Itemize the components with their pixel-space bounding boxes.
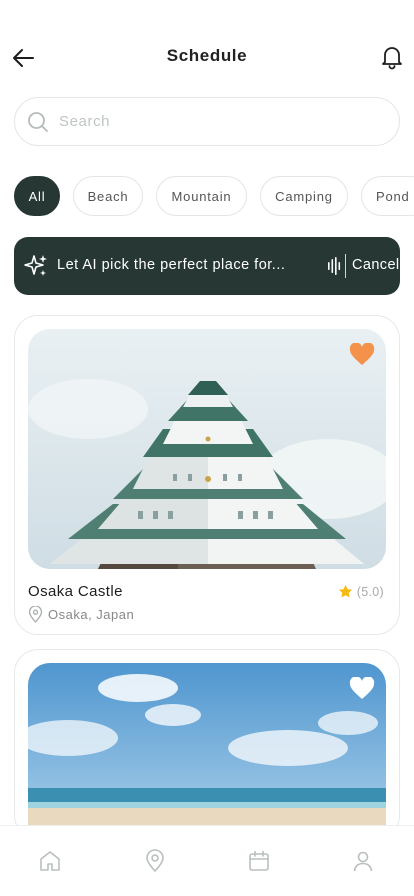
filter-chip-pond[interactable]: Pond <box>361 176 414 216</box>
search-icon <box>28 112 48 132</box>
favorite-heart-icon[interactable] <box>349 677 375 701</box>
home-icon[interactable] <box>38 849 62 873</box>
cancel-button[interactable]: Cancel <box>352 257 400 273</box>
filter-chip-label: All <box>28 188 46 204</box>
search-input[interactable] <box>59 98 379 145</box>
bottom-navigation <box>0 826 414 896</box>
filter-chip-all[interactable]: All <box>14 176 60 216</box>
filter-chip-label: Mountain <box>171 188 232 204</box>
voice-wave-icon[interactable] <box>327 257 341 275</box>
filter-chip-label: Beach <box>87 188 129 204</box>
search-bar <box>14 97 400 146</box>
favorite-heart-icon[interactable] <box>349 343 375 367</box>
filter-chip-camping[interactable]: Camping <box>260 176 348 216</box>
filter-chip-label: Pond <box>376 188 410 204</box>
place-location: Osaka, Japan <box>48 607 135 622</box>
calendar-icon[interactable] <box>247 849 271 873</box>
map-pin-icon <box>28 606 43 623</box>
bell-icon[interactable] <box>379 44 405 70</box>
page-title: Schedule <box>166 46 248 65</box>
filter-chip-mountain[interactable]: Mountain <box>156 176 247 216</box>
rating-value: (5.0) <box>356 584 384 599</box>
filter-chip-label: Camping <box>275 188 333 204</box>
sparkles-icon <box>24 255 47 276</box>
place-photo-osaka-castle <box>28 329 386 569</box>
divider <box>345 254 346 278</box>
top-bar: Schedule <box>0 34 414 82</box>
place-name: Osaka Castle <box>28 583 123 600</box>
star-icon <box>338 584 352 598</box>
ai-suggestion-banner[interactable]: Let AI pick the perfect place for... Can… <box>14 237 400 295</box>
place-card[interactable]: Osaka Castle (5.0) Osaka, Japan <box>14 315 400 635</box>
place-photo-beach <box>28 663 386 838</box>
place-card[interactable] <box>14 649 400 839</box>
map-pin-icon[interactable] <box>143 849 167 873</box>
category-filters: All Beach Mountain Camping Pond <box>14 176 414 216</box>
user-icon[interactable] <box>351 849 375 873</box>
filter-chip-beach[interactable]: Beach <box>73 176 143 216</box>
ai-prompt-text: Let AI pick the perfect place for... <box>57 257 286 273</box>
place-rating: (5.0) <box>338 584 384 599</box>
